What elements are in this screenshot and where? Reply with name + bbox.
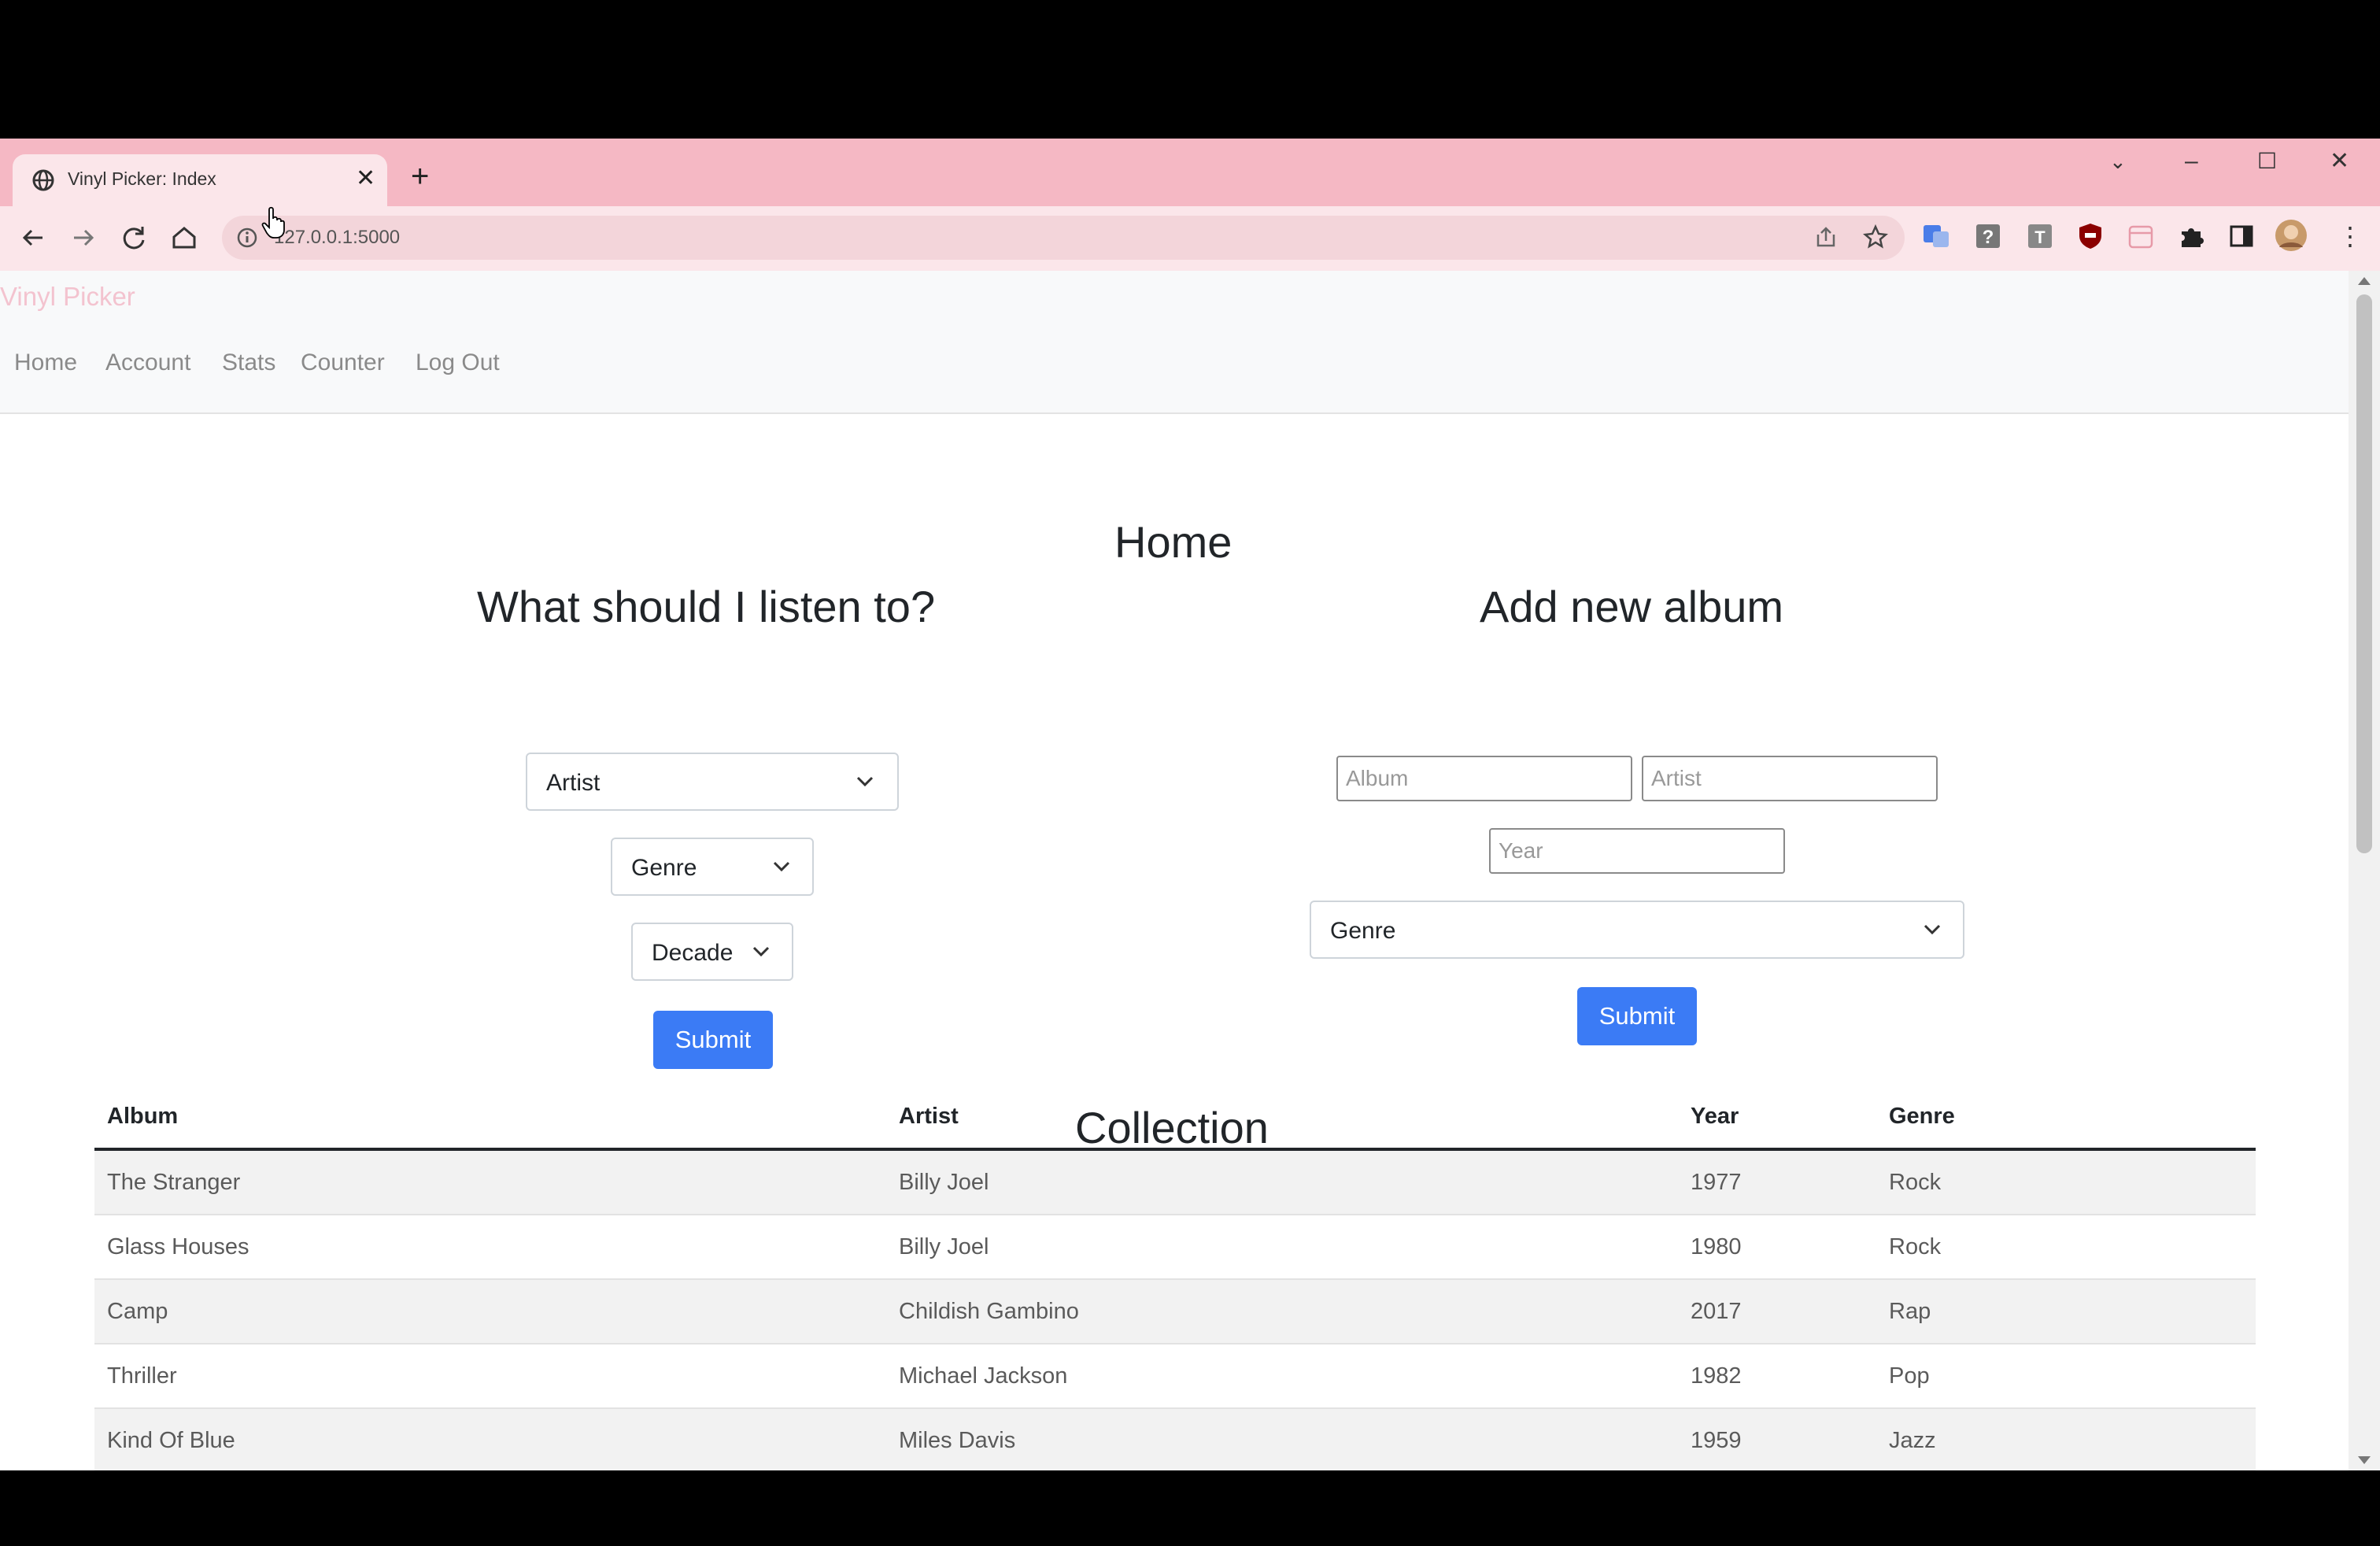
year-cell: 1980 bbox=[1678, 1215, 1876, 1280]
page-scrollbar[interactable] bbox=[2349, 271, 2380, 1470]
add-genre-select-label: Genre bbox=[1330, 918, 1396, 944]
svg-text:?: ? bbox=[1983, 227, 1994, 248]
info-icon[interactable] bbox=[236, 227, 258, 249]
picker-submit-button[interactable]: Submit bbox=[653, 1011, 773, 1069]
year-input[interactable] bbox=[1489, 828, 1785, 874]
album-input[interactable] bbox=[1336, 756, 1632, 801]
nav-home[interactable]: Home bbox=[14, 350, 77, 376]
more-icon[interactable]: ⋮ bbox=[2336, 222, 2364, 250]
artist-input[interactable] bbox=[1642, 756, 1938, 801]
home-icon[interactable] bbox=[168, 222, 200, 253]
chevron-down-icon bbox=[752, 946, 770, 957]
avatar[interactable] bbox=[2275, 219, 2308, 252]
artist-cell: Billy Joel bbox=[886, 1215, 1678, 1280]
site-navbar: Vinyl Picker Home Account Stats Counter … bbox=[0, 271, 2349, 414]
table-row: The Stranger Billy Joel 1977 Rock bbox=[94, 1149, 2256, 1215]
column-header-artist: Artist bbox=[886, 1085, 1678, 1151]
year-cell: 1982 bbox=[1678, 1344, 1876, 1409]
artist-cell: Billy Joel bbox=[886, 1149, 1678, 1215]
scrollbar-thumb[interactable] bbox=[2356, 294, 2372, 853]
url-text: 127.0.0.1:5000 bbox=[274, 227, 401, 248]
chevron-down-icon[interactable]: ⌄ bbox=[2109, 150, 2127, 173]
genre-cell: Rap bbox=[1876, 1279, 2256, 1344]
puzzle-icon[interactable] bbox=[2177, 222, 2205, 250]
chevron-down-icon bbox=[1924, 924, 1941, 935]
nav-account[interactable]: Account bbox=[105, 350, 190, 376]
table-row: Camp Childish Gambino 2017 Rap bbox=[94, 1279, 2256, 1344]
decade-select[interactable]: Decade bbox=[631, 923, 793, 981]
add-album-title: Add new album bbox=[1480, 582, 1784, 631]
svg-text:T: T bbox=[2034, 227, 2046, 247]
nav-logout[interactable]: Log Out bbox=[416, 350, 500, 376]
album-cell: Camp bbox=[94, 1279, 886, 1344]
close-window-icon[interactable]: ✕ bbox=[2330, 150, 2349, 173]
t-extension-icon[interactable]: T bbox=[2026, 222, 2054, 250]
table-row: Kind Of Blue Miles Davis 1959 Jazz bbox=[94, 1408, 2256, 1474]
artist-select-label: Artist bbox=[546, 770, 601, 796]
tab-title: Vinyl Picker: Index bbox=[68, 168, 216, 189]
column-header-album: Album bbox=[94, 1085, 886, 1151]
table-header-row: Album Artist Year Genre bbox=[94, 1085, 2256, 1151]
genre-cell: Pop bbox=[1876, 1344, 2256, 1409]
genre-cell: Rock bbox=[1876, 1215, 2256, 1280]
star-icon[interactable] bbox=[1862, 224, 1889, 250]
scroll-down-icon[interactable] bbox=[2358, 1456, 2371, 1464]
genre-select-label: Genre bbox=[631, 855, 697, 881]
globe-icon bbox=[32, 169, 54, 191]
artist-cell: Childish Gambino bbox=[886, 1279, 1678, 1344]
share-icon[interactable] bbox=[1813, 225, 1839, 250]
album-cell: Glass Houses bbox=[94, 1215, 886, 1280]
genre-cell: Rock bbox=[1876, 1149, 2256, 1215]
column-header-year: Year bbox=[1678, 1085, 1876, 1151]
nav-counter[interactable]: Counter bbox=[301, 350, 385, 376]
artist-cell: Miles Davis bbox=[886, 1408, 1678, 1474]
translate-extension-icon[interactable] bbox=[1922, 222, 1950, 250]
decade-select-label: Decade bbox=[652, 940, 734, 966]
nav-stats[interactable]: Stats bbox=[222, 350, 275, 376]
maximize-icon[interactable]: ☐ bbox=[2257, 150, 2277, 173]
add-genre-select[interactable]: Genre bbox=[1310, 901, 1964, 959]
shield-extension-icon[interactable] bbox=[2076, 222, 2105, 250]
close-icon[interactable]: ✕ bbox=[356, 167, 375, 190]
minimize-icon[interactable]: – bbox=[2185, 150, 2198, 173]
address-bar[interactable]: 127.0.0.1:5000 bbox=[222, 216, 1905, 260]
scroll-up-icon[interactable] bbox=[2358, 277, 2371, 285]
chevron-down-icon bbox=[773, 861, 790, 872]
brand-logo[interactable]: Vinyl Picker bbox=[0, 282, 135, 312]
column-header-genre: Genre bbox=[1876, 1085, 2256, 1151]
artist-cell: Michael Jackson bbox=[886, 1344, 1678, 1409]
calendar-extension-icon[interactable] bbox=[2127, 222, 2155, 250]
picker-title: What should I listen to? bbox=[477, 582, 936, 631]
browser-toolbar: 127.0.0.1:5000 ? T ⋮ bbox=[0, 206, 2380, 271]
table-row: Glass Houses Billy Joel 1980 Rock bbox=[94, 1215, 2256, 1280]
back-icon[interactable] bbox=[17, 222, 49, 253]
genre-select[interactable]: Genre bbox=[611, 838, 814, 896]
forward-icon[interactable] bbox=[68, 222, 99, 253]
album-cell: Kind Of Blue bbox=[94, 1408, 886, 1474]
year-cell: 1977 bbox=[1678, 1149, 1876, 1215]
reload-icon[interactable] bbox=[118, 222, 150, 253]
album-cell: Thriller bbox=[94, 1344, 886, 1409]
help-extension-icon[interactable]: ? bbox=[1974, 222, 2002, 250]
sidepanel-icon[interactable] bbox=[2227, 222, 2256, 250]
add-album-submit-button[interactable]: Submit bbox=[1577, 987, 1697, 1045]
hand-cursor-icon bbox=[261, 206, 285, 239]
screen-bottom-border bbox=[0, 1470, 2380, 1546]
genre-cell: Jazz bbox=[1876, 1408, 2256, 1474]
page-title: Home bbox=[1114, 517, 1232, 567]
plus-icon[interactable]: + bbox=[411, 161, 429, 192]
tab-vinyl-picker[interactable]: Vinyl Picker: Index ✕ bbox=[13, 154, 387, 206]
artist-select[interactable]: Artist bbox=[526, 753, 899, 811]
year-cell: 1959 bbox=[1678, 1408, 1876, 1474]
tab-strip: Vinyl Picker: Index ✕ + ⌄ – ☐ ✕ bbox=[0, 139, 2380, 206]
collection-table: Album Artist Year Genre The Stranger Bil… bbox=[94, 1085, 2256, 1474]
table-row: Thriller Michael Jackson 1982 Pop bbox=[94, 1344, 2256, 1409]
album-cell: The Stranger bbox=[94, 1149, 886, 1215]
year-cell: 2017 bbox=[1678, 1279, 1876, 1344]
chevron-down-icon bbox=[856, 776, 874, 787]
